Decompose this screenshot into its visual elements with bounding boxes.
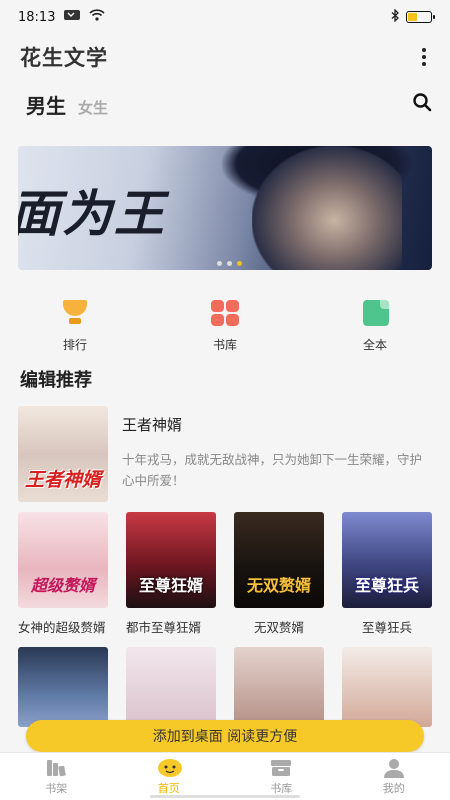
book-title[interactable]: 至尊狂兵 (342, 618, 432, 637)
quick-nav-library[interactable]: 书库 (175, 300, 275, 362)
book-cover[interactable]: 无双赘婿 (234, 512, 324, 608)
quick-nav-label: 全本 (362, 338, 387, 352)
book-item[interactable]: 至尊狂兵 至尊狂兵 (342, 512, 432, 637)
book-item[interactable]: 超级赘婿 女神的超级赘婿 (18, 512, 108, 637)
nav-library[interactable]: 书库 (236, 753, 326, 800)
book-item[interactable]: 无双赘婿 无双赘婿 (234, 512, 324, 637)
quick-nav-label: 书库 (212, 338, 237, 352)
nav-bookshelf[interactable]: 书架 (11, 753, 101, 800)
banner-pagination (217, 261, 242, 266)
more-menu-icon[interactable] (416, 42, 432, 72)
book-cover[interactable]: 至尊狂兵 (342, 512, 432, 608)
tab-female[interactable]: 女生 (78, 97, 108, 118)
nav-label: 书库 (270, 782, 293, 795)
section-title: 编辑推荐 (20, 370, 92, 391)
add-to-desktop-banner[interactable]: 添加到桌面 阅读更方便 (26, 720, 424, 752)
bookshelf-icon (44, 758, 68, 778)
book-title[interactable]: 都市至尊狂婿 (126, 618, 216, 637)
library-icon (269, 758, 293, 778)
status-bar: 18:13 (0, 0, 450, 34)
book-title[interactable]: 女神的超级赘婿 (18, 618, 108, 637)
book-cover[interactable] (234, 647, 324, 727)
battery-icon (406, 11, 435, 23)
nav-profile[interactable]: 我的 (349, 753, 439, 800)
featured-description: 十年戎马，成就无敌战神，只为她卸下一生荣耀，守护心中所爱！ (122, 452, 423, 488)
featured-book[interactable]: 王者神婿 王者神婿 十年戎马，成就无敌战神，只为她卸下一生荣耀，守护心中所爱！ (0, 394, 450, 502)
nav-label: 我的 (382, 782, 405, 795)
status-time: 18:13 (18, 9, 56, 25)
banner[interactable]: 面为王 (18, 146, 432, 270)
home-indicator (150, 795, 300, 798)
tab-male[interactable]: 男生 (26, 90, 66, 119)
book-complete-icon (360, 300, 390, 328)
book-cover[interactable]: 超级赘婿 (18, 512, 108, 608)
trophy-icon (60, 300, 90, 328)
featured-title[interactable]: 王者神婿 (122, 414, 432, 435)
peanut-home-icon (157, 758, 182, 778)
quick-nav-ranking[interactable]: 排行 (25, 300, 125, 362)
grid-icon (210, 300, 240, 328)
book-grid-row2 (0, 637, 450, 727)
book-cover[interactable]: 至尊狂婿 (126, 512, 216, 608)
search-icon[interactable] (412, 92, 432, 116)
nav-label: 书架 (45, 782, 68, 795)
book-cover[interactable] (126, 647, 216, 727)
banner-title: 面为王 (18, 184, 166, 243)
app-header: 花生文学 (0, 34, 450, 80)
quick-nav-label: 排行 (62, 338, 87, 352)
gender-tabs: 男生 女生 (0, 80, 450, 128)
book-item[interactable]: 至尊狂婿 都市至尊狂婿 (126, 512, 216, 637)
app-title: 花生文学 (20, 46, 108, 70)
nav-label: 首页 (157, 782, 180, 795)
book-cover[interactable] (342, 647, 432, 727)
user-icon (382, 758, 406, 778)
quick-nav-complete[interactable]: 全本 (325, 300, 425, 362)
book-title[interactable]: 无双赘婿 (234, 618, 324, 637)
featured-cover[interactable]: 王者神婿 (18, 406, 108, 502)
book-cover[interactable] (18, 647, 108, 727)
wifi-icon (89, 9, 106, 25)
book-grid: 超级赘婿 女神的超级赘婿 至尊狂婿 都市至尊狂婿 无双赘婿 无双赘婿 至尊狂兵 … (0, 502, 450, 637)
bluetooth-icon (390, 7, 400, 26)
cover-text: 王者神婿 (24, 469, 101, 491)
quick-nav: 排行 书库 全本 (0, 270, 450, 362)
bottom-nav: 书架 首页 书库 我的 (0, 752, 450, 800)
nav-home[interactable]: 首页 (124, 753, 214, 800)
notification-icon (63, 9, 81, 25)
